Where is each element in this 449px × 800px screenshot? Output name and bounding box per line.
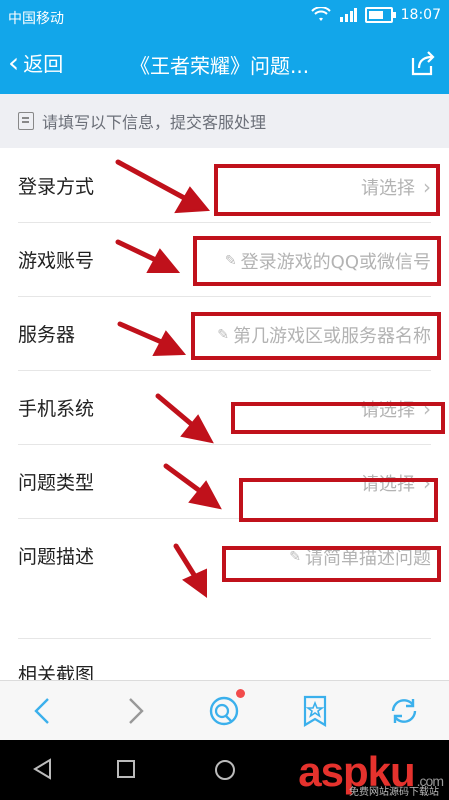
row-label: 游戏账号 xyxy=(18,250,95,272)
notice-bar: 请填写以下信息，提交客服处理 xyxy=(0,94,449,148)
refresh-icon[interactable] xyxy=(386,693,422,729)
notice-text: 请填写以下信息，提交客服处理 xyxy=(42,113,267,132)
annotation-box xyxy=(231,402,445,434)
battery-icon xyxy=(364,7,396,23)
row-screenshots: 相关截图 xyxy=(18,638,431,680)
annotation-box xyxy=(191,312,441,360)
row-label: 问题描述 xyxy=(18,546,95,568)
chevron-left-icon: ‹ xyxy=(8,45,20,79)
forward-arrow-icon[interactable] xyxy=(116,693,152,729)
android-recents-icon[interactable] xyxy=(115,758,137,780)
row-label: 手机系统 xyxy=(18,398,95,420)
notification-dot xyxy=(236,689,245,698)
annotation-box xyxy=(222,546,441,582)
android-home-icon[interactable] xyxy=(213,758,237,782)
carrier-name: 中国移动 xyxy=(8,11,64,27)
status-time: 18:07 xyxy=(400,7,441,23)
row-label: 问题类型 xyxy=(18,472,95,494)
back-label: 返回 xyxy=(23,52,64,76)
row-label: 服务器 xyxy=(18,324,76,346)
annotation-box xyxy=(214,164,440,216)
back-button[interactable]: ‹ 返回 xyxy=(8,48,63,77)
row-label: 登录方式 xyxy=(18,176,95,198)
nav-bar: ‹ 返回 《王者荣耀》问题... xyxy=(0,34,449,94)
status-bar: 中国移动 18:07 xyxy=(0,0,449,34)
wifi-icon xyxy=(310,7,331,21)
status-icons: 18:07 xyxy=(310,7,441,23)
page-title: 《王者荣耀》问题... xyxy=(130,54,310,78)
bookmark-star-icon[interactable] xyxy=(297,693,333,729)
annotation-box xyxy=(239,478,438,522)
android-nav-bar: aspku .com 免费网站源码下载站 xyxy=(0,740,449,800)
annotation-box xyxy=(193,236,441,286)
back-arrow-icon[interactable] xyxy=(26,693,62,729)
form-icon xyxy=(18,112,34,130)
watermark-subtitle: 免费网站源码下载站 xyxy=(349,787,439,798)
android-back-icon[interactable] xyxy=(32,758,54,780)
share-icon[interactable] xyxy=(407,48,437,78)
browser-toolbar xyxy=(0,680,449,741)
signal-icon xyxy=(339,8,357,22)
row-label: 相关截图 xyxy=(18,664,95,680)
chat-bubble-icon[interactable] xyxy=(206,693,242,729)
